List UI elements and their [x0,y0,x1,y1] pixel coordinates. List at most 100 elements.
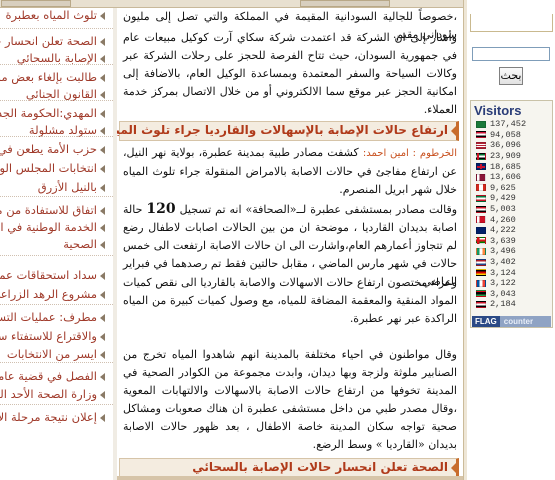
qa-flag-icon [476,173,486,181]
news-item[interactable]: الخدمة الوطنية في المجتمع [0,220,105,234]
bottom-border [117,476,463,480]
section-header-meningitis[interactable]: الصحة تعلن انحسار حالات الإصابة بالسحائي [119,458,459,478]
visitor-count: 3,639 [490,235,516,246]
news-item-label[interactable]: وزارة الصحة الأحد المقبل [0,387,97,401]
news-item-label[interactable]: ستولد مشلولة [29,123,97,137]
news-item[interactable]: ستولد مشلولة [0,123,105,137]
bullet-icon [100,126,105,135]
fr-flag-icon [476,279,486,287]
news-item[interactable]: الإصابة بالسحائي [0,51,105,65]
news-item-label[interactable]: والاقتراع للاستفتاء ستكون [0,329,97,343]
news-item[interactable]: مشروع الرهد الزراعي [0,287,105,301]
news-item[interactable]: بالنيل الأزرق [0,180,105,194]
section-title[interactable]: الصحة تعلن انحسار حالات الإصابة بالسحائي [192,460,448,474]
news-item-label[interactable]: سداد استحقاقات عمال [0,268,97,282]
bullet-icon [100,372,105,381]
kw-flag-icon [476,194,486,202]
bullet-icon [100,183,105,192]
article-text: وقالت مصادر بمستشفى عطبرة لــ«الصحافة» ا… [179,203,458,216]
news-item-label[interactable]: المهدي:الحكومة الجديدة [0,106,97,120]
news-item-label[interactable]: ايسر من الانتخابات [7,347,97,361]
bullet-icon [100,109,105,118]
news-item-label[interactable]: الصحية [63,237,97,251]
bullet-icon [100,313,105,322]
visitor-row: 5,003 [471,204,552,215]
news-item-label[interactable]: الصحة تعلن انحسار حالات [0,34,97,48]
news-item[interactable]: وزارة الصحة الأحد المقبل [0,387,105,401]
news-item[interactable]: الصحية [0,237,105,251]
flag-counter-label: FLAG [472,316,500,327]
section-header-atbara[interactable]: ارتفاع حالات الإصابة بالإسهالات والقاردي… [117,121,459,141]
counter-label: counter [503,317,534,326]
news-separator [0,196,113,197]
news-item-label[interactable]: الإصابة بالسحائي [17,51,97,65]
case-count: 120 [146,201,176,217]
bullet-icon [100,350,105,359]
news-separator [0,100,113,101]
article: ،خصوصاً للجالية السودانية المقيمة في الم… [117,8,463,480]
news-item-label[interactable]: الخدمة الوطنية في المجتمع [0,220,97,234]
section-title[interactable]: ارتفاع حالات الإصابة بالإسهالات والقاردي… [117,123,448,137]
section-arrow-icon [451,126,456,136]
news-item-label[interactable]: حزب الأمة يطعن في نتائج [0,142,97,156]
search-button[interactable]: بحث [499,67,523,85]
section-arrow-icon [451,463,456,473]
news-item[interactable]: والاقتراع للاستفتاء ستكون [0,329,105,343]
eg-flag-icon [476,205,486,213]
au-flag-icon [476,226,486,234]
news-item[interactable]: إعلان نتيجة مرحلة الأساس [0,410,105,424]
nl-flag-icon [476,258,486,266]
visitor-row: 2,184 [471,299,552,310]
de-flag-icon [476,269,486,277]
visitor-row: 137,452 [471,119,552,130]
visitor-count: 9,625 [490,182,516,193]
bullet-icon [100,332,105,341]
news-item[interactable]: تلوث المياه بعطبرة [0,8,105,22]
bullet-icon [100,240,105,249]
visitor-count: 3,124 [490,267,516,278]
news-item[interactable]: انتخابات المجلس الولائي [0,161,105,175]
news-item[interactable]: ايسر من الانتخابات [0,347,105,361]
news-item-label[interactable]: مطرف: عمليات التسجيل [0,310,97,324]
search-input[interactable] [472,47,550,61]
article-paragraph: وأشار إلى ان الشركة قد اعتمدت شركة سكاي … [123,31,457,116]
visitor-row: 3,122 [471,278,552,289]
news-item-label[interactable]: طالبت بإلغاء بعض مواد [0,70,97,84]
news-item[interactable]: طالبت بإلغاء بعض مواد [0,70,105,84]
sd-flag-icon [476,131,486,139]
news-item[interactable]: حزب الأمة يطعن في نتائج [0,142,105,156]
news-item-label[interactable]: بالنيل الأزرق [38,180,97,194]
bullet-icon [100,390,105,399]
top-tab-segment [300,0,390,7]
news-item[interactable]: اتفاق للاستفادة من منسوبي [0,203,105,217]
news-item[interactable]: الفصل في قضية عامل [0,369,105,383]
visitor-row: 3,639 [471,236,552,247]
news-item-label[interactable]: إعلان نتيجة مرحلة الأساس [0,410,97,424]
news-item[interactable]: الصحة تعلن انحسار حالات [0,34,105,48]
visitor-count: 3,402 [490,257,516,268]
ie-flag-icon [476,247,486,255]
news-separator [0,28,113,29]
news-item-label[interactable]: الفصل في قضية عامل [0,369,97,383]
visitor-row: 3,043 [471,289,552,300]
news-item-label[interactable]: اتفاق للاستفادة من منسوبي [0,203,97,217]
news-item[interactable]: القانون الجنائي [0,87,105,101]
news-item-label[interactable]: مشروع الرهد الزراعي [0,287,97,301]
news-item-label[interactable]: انتخابات المجلس الولائي [0,161,97,175]
ly-flag-icon [476,290,486,298]
news-item[interactable]: سداد استحقاقات عمال [0,268,105,282]
ye-flag-icon [476,300,486,308]
visitor-row: 3,496 [471,246,552,257]
bullet-icon [100,73,105,82]
article-paragraph: وقال مواطنون في احياء مختلفة بالمدينة ان… [123,348,457,451]
flag-counter-badge[interactable]: FLAG counter [472,316,551,327]
news-item-label[interactable]: القانون الجنائي [26,87,97,101]
visitor-row: 13,606 [471,172,552,183]
news-item[interactable]: مطرف: عمليات التسجيل [0,310,105,324]
news-item-label[interactable]: تلوث المياه بعطبرة [6,8,97,22]
visitor-row: 94,058 [471,130,552,141]
visitor-count: 5,003 [490,204,516,215]
visitors-widget: Visitors 137,452 94,058 36,096 23,909 18,685… [470,100,553,328]
news-separator [0,362,113,363]
news-item[interactable]: المهدي:الحكومة الجديدة [0,106,105,120]
